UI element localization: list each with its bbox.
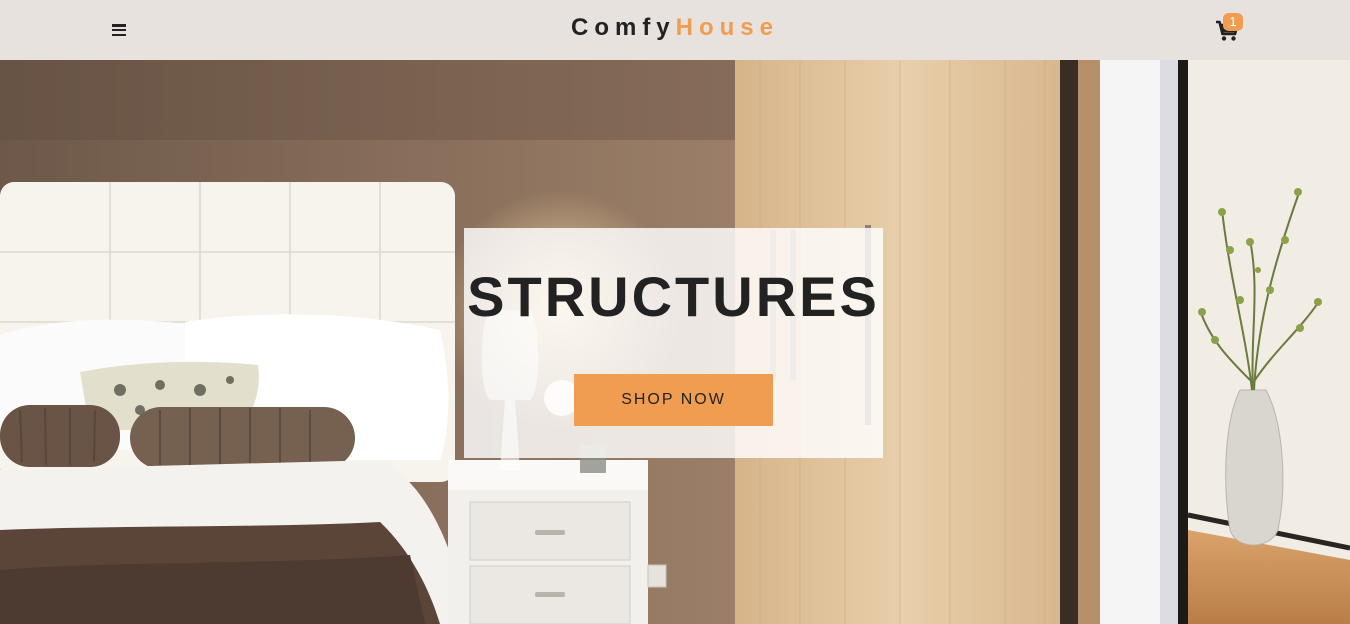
cart-item-count-badge: 1 [1223, 13, 1243, 31]
hero-banner: STRUCTURES SHOP NOW [464, 228, 883, 458]
hero-title: STRUCTURES [467, 265, 880, 328]
navbar: ComfyHouse 1 [0, 0, 1350, 60]
hero-section: STRUCTURES SHOP NOW [0, 60, 1350, 624]
brand-logo[interactable]: ComfyHouse [0, 14, 1350, 42]
shop-now-button[interactable]: SHOP NOW [574, 374, 773, 426]
brand-name-part1: Comfy [570, 14, 676, 41]
brand-name-part2: House [675, 14, 780, 41]
